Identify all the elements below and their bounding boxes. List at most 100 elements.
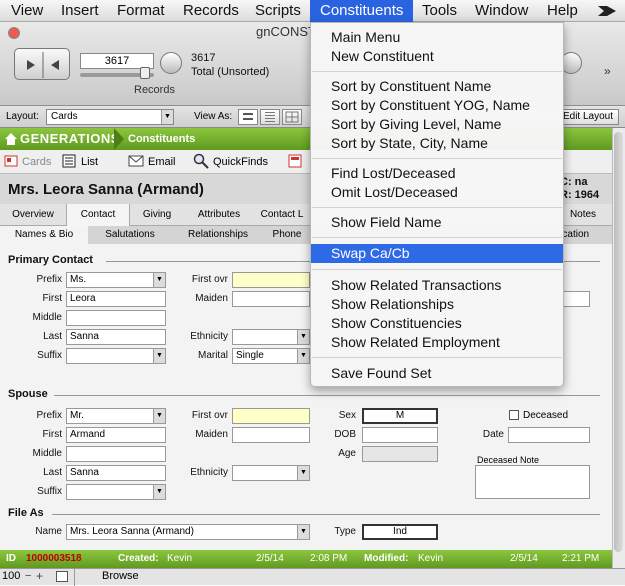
menu-insert[interactable]: Insert xyxy=(52,0,108,22)
email-icon[interactable] xyxy=(128,155,144,167)
spouse-suffix-select[interactable]: ▼ xyxy=(66,484,166,500)
middle-label: Middle xyxy=(32,448,62,459)
primary-first-override-field[interactable] xyxy=(232,272,310,288)
file-as-type-button[interactable]: Ind xyxy=(362,524,438,540)
nav-cards[interactable]: Cards xyxy=(22,156,51,168)
menu-item-new-constituent[interactable]: New Constituent xyxy=(311,47,563,66)
tab-contact-log[interactable]: Contact L xyxy=(254,204,310,226)
primary-last-field[interactable]: Sanna xyxy=(66,329,166,345)
menu-item-sort-name[interactable]: Sort by Constituent Name xyxy=(311,77,563,96)
toggle-status-icon[interactable] xyxy=(56,571,68,582)
tab-contact[interactable]: Contact xyxy=(66,204,130,226)
spouse-first-field[interactable]: Armand xyxy=(66,427,166,443)
file-as-name-value: Mrs. Leora Sanna (Armand) xyxy=(70,526,194,537)
list-icon[interactable] xyxy=(62,154,76,168)
primary-prefix-select[interactable]: Ms. ▼ xyxy=(66,272,166,288)
primary-middle-field[interactable] xyxy=(66,310,166,326)
tab-notes[interactable]: Notes xyxy=(562,204,604,226)
menu-item-sort-yog[interactable]: Sort by Constituent YOG, Name xyxy=(311,96,563,115)
tab-names-bio[interactable]: Names & Bio xyxy=(0,226,88,244)
menu-format[interactable]: Format xyxy=(108,0,174,22)
deceased-note-field[interactable] xyxy=(475,465,590,499)
record-slider-handle[interactable] xyxy=(140,67,150,79)
menu-item-main-menu[interactable]: Main Menu xyxy=(311,28,563,47)
primary-suffix-select[interactable]: ▼ xyxy=(66,348,166,364)
toolbar-overflow-icon[interactable]: » xyxy=(604,64,611,78)
tab-phone[interactable]: Phone xyxy=(264,226,310,244)
script-menu-icon[interactable] xyxy=(596,3,618,19)
edit-layout-button[interactable]: Edit Layout xyxy=(557,109,619,125)
menu-view[interactable]: View xyxy=(2,0,52,22)
tab-overview[interactable]: Overview xyxy=(0,204,66,226)
menu-item-omit-lost[interactable]: Omit Lost/Deceased xyxy=(311,183,563,202)
tab-salutations[interactable]: Salutations xyxy=(88,226,172,244)
menu-help[interactable]: Help xyxy=(538,0,587,22)
spouse-ethnicity-select[interactable]: ▼ xyxy=(232,465,310,481)
menu-scripts[interactable]: Scripts xyxy=(246,0,310,22)
spouse-first-override-field[interactable] xyxy=(232,408,310,424)
tab-attributes[interactable]: Attributes xyxy=(184,204,254,226)
spouse-middle-field[interactable] xyxy=(66,446,166,462)
constituents-menu: Main Menu New Constituent Sort by Consti… xyxy=(310,22,564,387)
menu-item-show-field-name[interactable]: Show Field Name xyxy=(311,213,563,232)
record-status-bar: ID 1000003518 Created: Kevin 2/5/14 2:08… xyxy=(0,550,612,568)
cards-icon[interactable] xyxy=(4,154,18,168)
menu-item-save-found-set[interactable]: Save Found Set xyxy=(311,364,563,383)
menu-item-relationships[interactable]: Show Relationships xyxy=(311,295,563,314)
maiden-label: Maiden xyxy=(195,429,228,440)
nav-quickfinds[interactable]: QuickFinds xyxy=(213,156,268,168)
spouse-maiden-field[interactable] xyxy=(232,427,310,443)
first-ovr-label: First ovr xyxy=(191,410,228,421)
tab-relationships[interactable]: Relationships xyxy=(172,226,264,244)
record-id: 1000003518 xyxy=(26,553,82,564)
menu-item-sort-state[interactable]: Sort by State, City, Name xyxy=(311,134,563,153)
menu-item-swap-ca-cb[interactable]: Swap Ca/Cb xyxy=(311,244,563,263)
primary-maiden-field[interactable] xyxy=(232,291,310,307)
deceased-checkbox[interactable] xyxy=(509,410,519,420)
nav-list[interactable]: List xyxy=(81,156,98,168)
home-icon[interactable] xyxy=(4,132,18,146)
menu-separator xyxy=(312,237,562,238)
menu-item-constituencies[interactable]: Show Constituencies xyxy=(311,314,563,333)
menu-constituents[interactable]: Constituents xyxy=(310,0,414,22)
breadcrumb-constituents[interactable]: Constituents xyxy=(128,133,195,145)
spouse-prefix-select[interactable]: Mr. ▼ xyxy=(66,408,166,424)
menu-window[interactable]: Window xyxy=(466,0,537,22)
spouse-last-field[interactable]: Sanna xyxy=(66,465,166,481)
tab-giving[interactable]: Giving xyxy=(130,204,184,226)
spouse-prefix-value: Mr. xyxy=(70,410,84,421)
menu-item-find-lost[interactable]: Find Lost/Deceased xyxy=(311,164,563,183)
close-window-icon[interactable] xyxy=(8,27,20,39)
menu-tools[interactable]: Tools xyxy=(413,0,466,22)
sex-label: Sex xyxy=(338,410,356,421)
deceased-note-label: Deceased Note xyxy=(477,455,540,465)
zoom-in-icon[interactable]: + xyxy=(36,569,43,583)
scrollbar-thumb[interactable] xyxy=(614,132,623,552)
primary-first-field[interactable]: Leora xyxy=(66,291,166,307)
view-as-list-icon[interactable] xyxy=(260,109,280,125)
mode-indicator[interactable]: Browse xyxy=(102,570,139,582)
search-icon[interactable] xyxy=(193,153,209,169)
zoom-out-icon[interactable]: − xyxy=(25,570,31,582)
view-as-form-icon[interactable] xyxy=(238,109,258,125)
spouse-sex-button[interactable]: M xyxy=(362,408,438,424)
found-set-pie-icon[interactable] xyxy=(160,52,182,74)
spouse-dob-field[interactable] xyxy=(362,427,438,443)
primary-marital-select[interactable]: Single ▼ xyxy=(232,348,310,364)
menu-item-related-employment[interactable]: Show Related Employment xyxy=(311,333,563,352)
file-as-name-select[interactable]: Mrs. Leora Sanna (Armand) ▼ xyxy=(66,524,310,540)
constituent-name: Mrs. Leora Sanna (Armand) xyxy=(8,181,204,198)
zoom-level[interactable]: 100 xyxy=(2,570,20,582)
report-icon[interactable] xyxy=(288,154,302,168)
view-as-table-icon[interactable] xyxy=(282,109,302,125)
modified-date: 2/5/14 xyxy=(510,553,538,564)
primary-ethnicity-select[interactable]: ▼ xyxy=(232,329,310,345)
menu-records[interactable]: Records xyxy=(174,0,248,22)
record-book-icon[interactable] xyxy=(14,48,70,80)
menu-item-related-transactions[interactable]: Show Related Transactions xyxy=(311,276,563,295)
nav-email[interactable]: Email xyxy=(148,156,176,168)
breadcrumb-arrow-icon xyxy=(114,128,124,150)
layout-select[interactable]: Cards ▼ xyxy=(46,109,174,125)
menu-item-sort-giving[interactable]: Sort by Giving Level, Name xyxy=(311,115,563,134)
deceased-date-field[interactable] xyxy=(508,427,590,443)
